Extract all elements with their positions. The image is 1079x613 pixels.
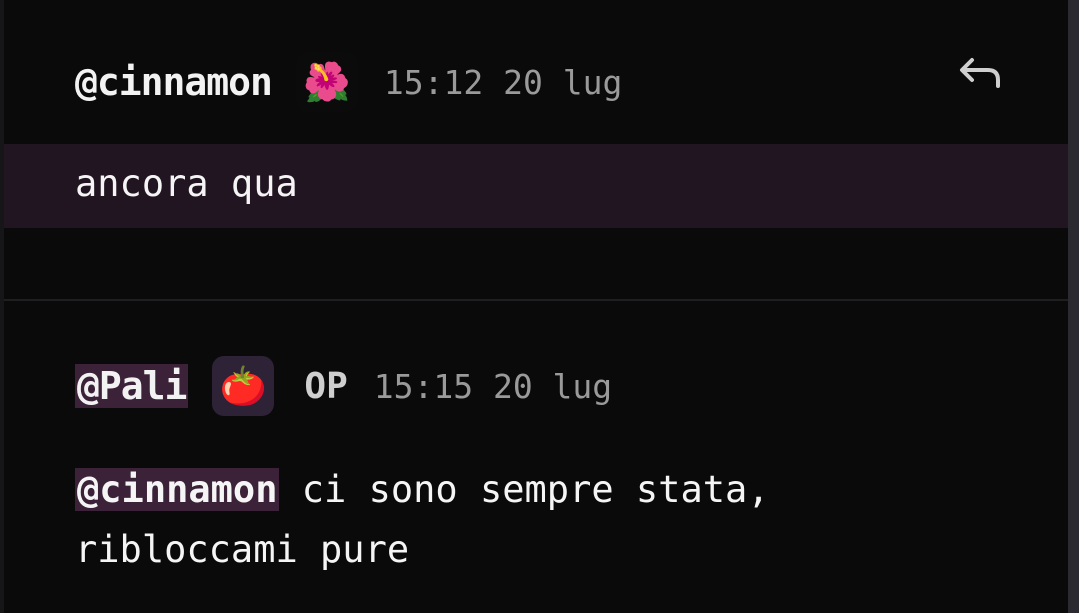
- op-badge: OP: [304, 365, 348, 407]
- username-link[interactable]: @cinnamon: [75, 60, 273, 104]
- message-text: @cinnamon ci sono sempre stata, riblocca…: [75, 460, 1035, 580]
- mention-link[interactable]: @cinnamon: [75, 468, 280, 511]
- thread-view: @cinnamon 🌺 15:12 20 lug ancora qua @Pal…: [0, 0, 1079, 613]
- reply-arrow-icon[interactable]: [954, 52, 1004, 92]
- message-line-2: ribloccami pure: [75, 528, 410, 571]
- username-link[interactable]: @Pali: [75, 364, 189, 408]
- tomato-icon[interactable]: 🍅: [212, 356, 275, 416]
- timestamp: 15:15 20 lug: [373, 366, 613, 406]
- timestamp: 15:12 20 lug: [383, 62, 623, 102]
- scrollbar[interactable]: [1068, 0, 1079, 613]
- hibiscus-icon[interactable]: 🌺: [295, 52, 358, 112]
- comments-panel: @cinnamon 🌺 15:12 20 lug ancora qua @Pal…: [4, 0, 1068, 613]
- message-text: ancora qua: [75, 162, 298, 205]
- message-line-1: ci sono sempre stata,: [279, 468, 770, 511]
- post-header: @cinnamon 🌺 15:12 20 lug: [75, 52, 622, 112]
- divider: [4, 299, 1068, 301]
- post-header: @Pali 🍅 OP 15:15 20 lug: [75, 356, 612, 416]
- message-highlighted-row: ancora qua: [4, 144, 1068, 228]
